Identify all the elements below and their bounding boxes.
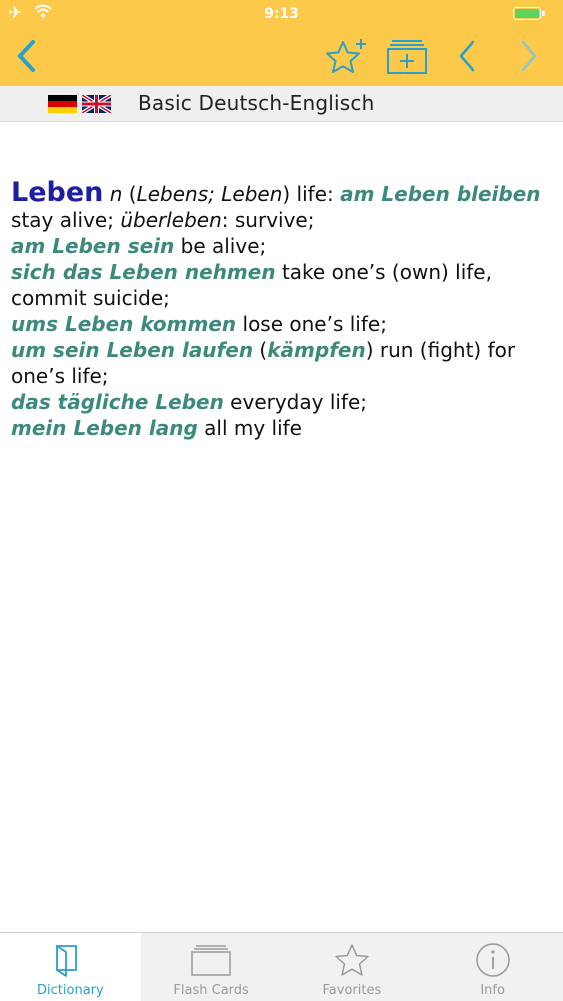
star-plus-icon <box>326 39 366 73</box>
grammar-label: n <box>109 182 123 206</box>
phrase[interactable]: am Leben sein <box>11 234 174 258</box>
info-icon <box>475 943 510 977</box>
navigation-bar: ✈ 9:13 <box>0 0 563 86</box>
entry-line: Leben n (Lebens; Leben) life: am Leben b… <box>11 177 541 232</box>
add-favorite-button[interactable] <box>322 34 370 78</box>
chevron-left-icon <box>459 40 475 72</box>
tab-label: Favorites <box>322 983 382 998</box>
tab-dictionary[interactable]: Dictionary <box>0 933 141 1001</box>
add-to-flashcards-button[interactable] <box>384 34 430 78</box>
entry-line: ums Leben kommen lose one’s life; <box>11 311 551 337</box>
entry-line: das tägliche Leben everyday life; <box>11 389 551 415</box>
dictionary-title: Basic Deutsch-Englisch <box>138 91 375 115</box>
entry-line: sich das Leben nehmen take one’s (own) l… <box>11 259 551 311</box>
entry-line: mein Leben lang all my life <box>11 415 551 441</box>
cards-icon <box>191 945 231 976</box>
tab-flash-cards[interactable]: Flash Cards <box>141 933 282 1001</box>
phrase[interactable]: sich das Leben nehmen <box>11 260 276 284</box>
entry-line: um sein Leben laufen (kämpfen) run (figh… <box>11 338 516 388</box>
previous-entry-button[interactable] <box>450 34 484 78</box>
status-time: 9:13 <box>264 6 299 22</box>
status-bar: ✈ 9:13 <box>0 0 563 30</box>
phrase[interactable]: um sein Leben laufen <box>11 338 253 362</box>
dictionary-header: Basic Deutsch-Englisch <box>0 86 563 122</box>
inflected-forms: Lebens; Leben <box>136 182 283 206</box>
tab-info[interactable]: Info <box>422 933 563 1001</box>
german-flag-icon <box>48 95 77 113</box>
battery-icon <box>513 7 545 20</box>
phrase[interactable]: das tägliche Leben <box>11 390 224 414</box>
uk-flag-icon <box>82 95 111 113</box>
phrase-meaning: lose one’s life; <box>242 312 387 336</box>
dictionary-entry: Leben n (Lebens; Leben) life: am Leben b… <box>11 177 551 441</box>
tab-label: Dictionary <box>37 983 104 998</box>
phrase-meaning: everyday life; <box>230 390 368 414</box>
chevron-right-icon <box>521 40 537 72</box>
phrase[interactable]: ums Leben kommen <box>11 312 236 336</box>
entry-line: am Leben sein be alive; <box>11 233 551 259</box>
translation: life <box>296 182 328 206</box>
phrase-meaning: be alive; <box>180 234 267 258</box>
star-icon <box>335 944 369 976</box>
tab-bar: Dictionary Flash Cards Favorites Info <box>0 932 563 1001</box>
tab-label: Info <box>480 983 505 998</box>
back-button[interactable] <box>8 34 44 78</box>
tab-label: Flash Cards <box>173 983 249 998</box>
alternative-phrase[interactable]: kämpfen <box>267 338 365 362</box>
tab-favorites[interactable]: Favorites <box>282 933 423 1001</box>
phrase-meaning: stay alive; <box>11 208 114 232</box>
phrase-meaning: all my life <box>204 416 302 440</box>
headword: Leben <box>11 177 104 208</box>
alternative-word: überleben <box>120 208 222 232</box>
phrase-meaning: survive; <box>234 208 315 232</box>
book-icon <box>56 945 78 977</box>
next-entry-button[interactable] <box>512 34 546 78</box>
chevron-left-icon <box>18 40 35 72</box>
phrase[interactable]: mein Leben lang <box>11 416 198 440</box>
phrase[interactable]: am Leben bleiben <box>340 182 540 206</box>
add-to-flashcards-icon <box>387 40 427 74</box>
